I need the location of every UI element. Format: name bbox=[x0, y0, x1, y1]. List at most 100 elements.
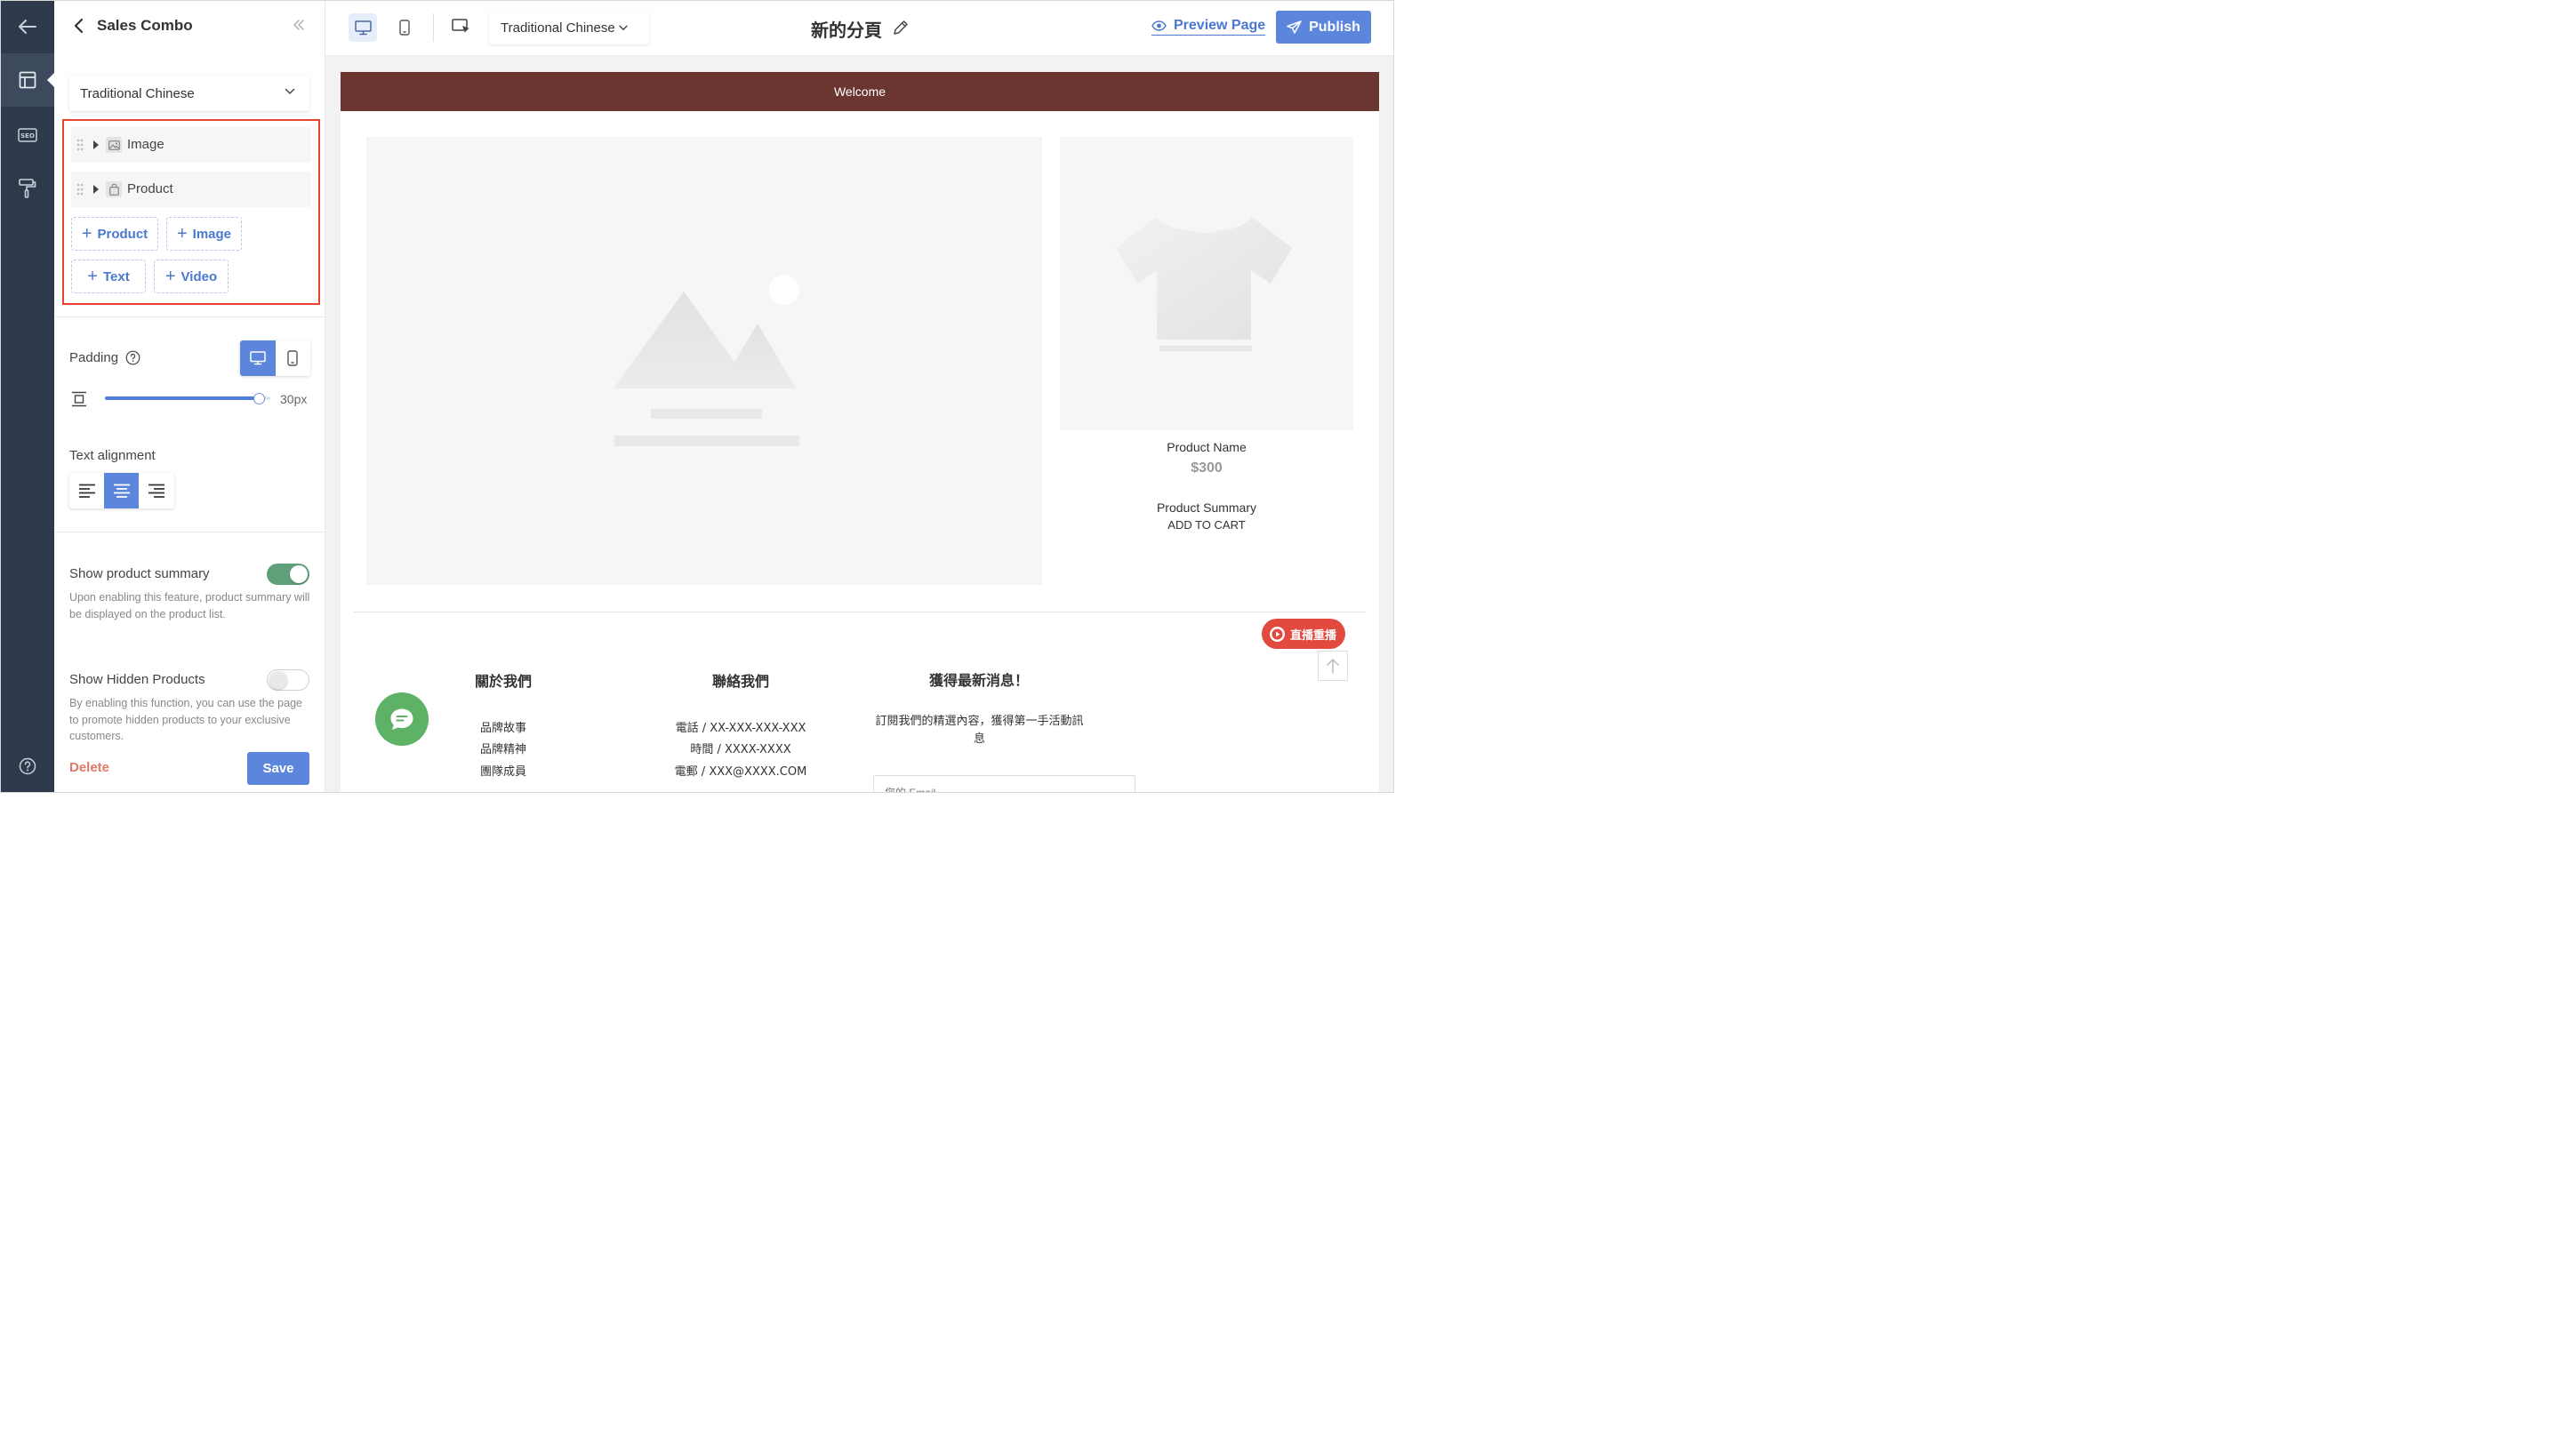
seo-icon[interactable]: SEO bbox=[0, 108, 54, 162]
padding-vertical-icon bbox=[71, 391, 87, 407]
save-button[interactable]: Save bbox=[247, 752, 309, 785]
footer-contact-hours: 時間 / XXXX-XXXX bbox=[690, 743, 791, 756]
add-to-cart-button[interactable]: ADD TO CART bbox=[1060, 518, 1353, 532]
eye-icon bbox=[1151, 20, 1167, 31]
image-icon bbox=[106, 137, 122, 153]
publish-button[interactable]: Publish bbox=[1276, 11, 1371, 44]
chevron-down-icon bbox=[285, 88, 295, 95]
play-icon bbox=[1269, 626, 1286, 643]
expand-caret-icon[interactable] bbox=[93, 185, 99, 194]
toolbar-language-select[interactable]: Traditional Chinese bbox=[489, 11, 649, 44]
footer-about-link[interactable]: 團隊成員 bbox=[445, 762, 561, 779]
show-hidden-toggle[interactable] bbox=[267, 669, 309, 691]
plus-icon: + bbox=[87, 267, 98, 286]
svg-text:SEO: SEO bbox=[20, 132, 35, 140]
toolbar-language-value: Traditional Chinese bbox=[501, 20, 615, 36]
preview-page-label: Preview Page bbox=[1174, 18, 1266, 33]
text-alignment-group bbox=[69, 473, 174, 508]
product-summary: Product Summary bbox=[1156, 500, 1257, 515]
align-center-icon[interactable] bbox=[104, 473, 139, 508]
help-circle-icon[interactable] bbox=[125, 350, 140, 365]
footer-news-text: 訂閱我們的精選內容，獲得第一手活動訊息 bbox=[875, 715, 1084, 746]
panel-title: Sales Combo bbox=[97, 17, 193, 34]
padding-slider-fill bbox=[105, 396, 259, 400]
product-image-placeholder[interactable] bbox=[1060, 137, 1353, 430]
footer-about-title: 關於我們 bbox=[474, 673, 532, 690]
toggle-knob bbox=[290, 565, 308, 583]
delete-button[interactable]: Delete bbox=[69, 760, 109, 775]
footer-contact-email: 電郵 / XXX@XXXX.COM bbox=[674, 765, 807, 779]
bag-icon bbox=[106, 181, 122, 197]
publish-label: Publish bbox=[1309, 19, 1360, 35]
send-icon bbox=[1287, 20, 1302, 34]
align-left-icon[interactable] bbox=[69, 473, 104, 508]
pencil-icon[interactable] bbox=[892, 19, 910, 36]
padding-slider-track[interactable] bbox=[105, 396, 270, 400]
layout-icon[interactable] bbox=[0, 53, 54, 107]
add-text-button[interactable]: + Text bbox=[71, 260, 146, 293]
mobile-view-icon[interactable] bbox=[390, 13, 419, 42]
paint-roller-icon[interactable] bbox=[0, 162, 54, 215]
add-video-button[interactable]: + Video bbox=[154, 260, 229, 293]
welcome-announcement-bar: Welcome bbox=[341, 72, 1379, 111]
welcome-text: Welcome bbox=[833, 84, 886, 99]
block-item-product[interactable]: Product bbox=[71, 172, 311, 207]
desktop-icon[interactable] bbox=[240, 340, 276, 376]
page-preview: Welcome Product Name $300 Product Summar… bbox=[341, 72, 1379, 793]
footer-about-link[interactable]: 品牌精神 bbox=[445, 740, 561, 756]
content-blocks-section: Image Product + Product + Image + Text +… bbox=[62, 119, 320, 305]
plus-icon: + bbox=[81, 224, 92, 244]
scroll-to-top-button[interactable] bbox=[1318, 651, 1348, 681]
block-item-label: Image bbox=[127, 137, 164, 152]
text-alignment-label: Text alignment bbox=[69, 448, 156, 463]
footer-contact-phone: 電話 / XX-XXX-XXX-XXX bbox=[675, 722, 806, 735]
toolbar-separator bbox=[433, 13, 434, 42]
toggle-knob bbox=[269, 671, 287, 689]
preview-canvas: Welcome Product Name $300 Product Summar… bbox=[325, 56, 1394, 793]
align-right-icon[interactable] bbox=[139, 473, 173, 508]
plus-icon: + bbox=[164, 267, 176, 286]
settings-panel: Sales Combo Traditional Chinese Image Pr… bbox=[54, 0, 325, 793]
preview-page-link[interactable]: Preview Page bbox=[1151, 18, 1266, 36]
footer-about-link[interactable]: 品牌故事 bbox=[445, 718, 561, 735]
footer-news-title: 獲得最新消息！ bbox=[928, 672, 1029, 689]
add-button-label: Video bbox=[180, 268, 218, 284]
show-hidden-label: Show Hidden Products bbox=[69, 672, 205, 687]
help-icon[interactable] bbox=[0, 740, 54, 793]
padding-label: Padding bbox=[69, 350, 119, 365]
add-button-label: Text bbox=[102, 268, 130, 284]
editor-toolbar: Traditional Chinese 新的分頁 Preview Page Pu… bbox=[325, 0, 1394, 56]
plus-icon: + bbox=[176, 224, 188, 244]
collapse-panel-icon[interactable] bbox=[292, 18, 306, 32]
drag-handle-icon[interactable] bbox=[76, 183, 84, 196]
show-summary-description: Upon enabling this feature, product summ… bbox=[69, 591, 310, 620]
language-select-value: Traditional Chinese bbox=[80, 85, 195, 101]
back-chevron-icon[interactable] bbox=[72, 17, 86, 35]
select-cursor-icon[interactable] bbox=[447, 13, 476, 42]
block-item-image[interactable]: Image bbox=[71, 127, 311, 163]
add-product-button[interactable]: + Product bbox=[71, 217, 158, 251]
mobile-icon[interactable] bbox=[276, 340, 311, 376]
desktop-view-icon[interactable] bbox=[349, 13, 377, 42]
live-replay-label: 直播重播 bbox=[1290, 628, 1337, 643]
show-hidden-description: By enabling this function, you can use t… bbox=[69, 697, 302, 742]
show-summary-label: Show product summary bbox=[69, 566, 210, 581]
add-image-button[interactable]: + Image bbox=[166, 217, 242, 251]
drag-handle-icon[interactable] bbox=[76, 139, 84, 151]
divider bbox=[54, 316, 325, 317]
newsletter-email-input[interactable] bbox=[873, 775, 1135, 793]
back-arrow-icon[interactable] bbox=[0, 0, 54, 53]
page-title: 新的分頁 bbox=[811, 20, 882, 41]
language-select[interactable]: Traditional Chinese bbox=[69, 76, 309, 111]
show-summary-toggle[interactable] bbox=[267, 564, 309, 585]
image-block-placeholder[interactable] bbox=[366, 137, 1042, 585]
footer-contact-title: 聯絡我們 bbox=[711, 673, 769, 690]
live-replay-badge[interactable]: 直播重播 bbox=[1262, 619, 1345, 649]
block-item-label: Product bbox=[127, 181, 173, 196]
product-name: Product Name bbox=[1167, 440, 1247, 454]
product-price: $300 bbox=[1191, 460, 1223, 476]
padding-slider-handle[interactable] bbox=[253, 393, 265, 404]
add-button-label: Image bbox=[192, 226, 232, 242]
chat-button[interactable] bbox=[375, 692, 429, 746]
expand-caret-icon[interactable] bbox=[93, 140, 99, 149]
